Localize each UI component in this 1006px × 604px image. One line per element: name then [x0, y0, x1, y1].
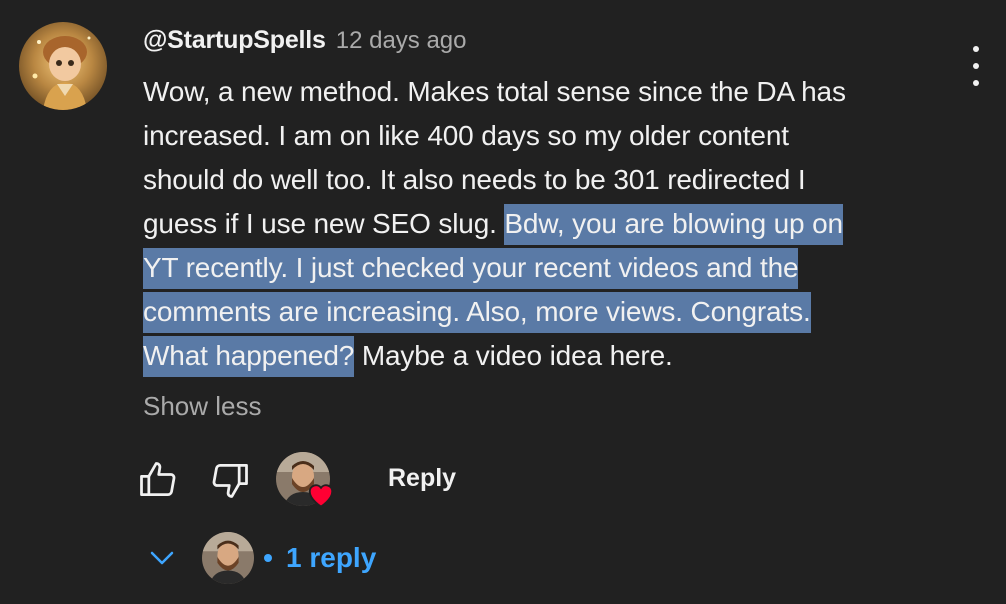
comment-text-segment: should do well too. It also needs to be …	[143, 164, 806, 195]
reply-author-avatar	[202, 532, 254, 584]
comment-author[interactable]: @StartupSpells	[143, 26, 326, 55]
selected-text: Bdw, you are blowing up on	[504, 204, 843, 245]
comment-timestamp[interactable]: 12 days ago	[336, 27, 467, 55]
chevron-down-icon	[150, 551, 174, 565]
author-avatar[interactable]	[19, 22, 107, 110]
dislike-button[interactable]	[202, 452, 258, 508]
creator-heart[interactable]	[276, 452, 338, 510]
reply-count[interactable]: 1 reply	[286, 542, 376, 574]
selected-text: comments are increasing. Also, more view…	[143, 292, 811, 333]
comment-text-segment: Wow, a new method. Makes total sense sin…	[143, 76, 846, 107]
comment-text-segment: guess if I use new SEO slug.	[143, 208, 505, 239]
selected-text: YT recently. I just checked your recent …	[143, 248, 799, 289]
reply-button[interactable]: Reply	[388, 464, 456, 493]
thumbs-up-icon	[140, 462, 176, 497]
thumbs-down-icon	[212, 463, 248, 498]
view-replies-button[interactable]: 1 reply	[142, 528, 376, 588]
like-button[interactable]	[130, 452, 186, 508]
comment-text: Wow, a new method. Makes total sense sin…	[143, 70, 943, 378]
comment-line: What happened? Maybe a video idea here.	[143, 334, 943, 378]
more-vertical-icon[interactable]	[960, 46, 992, 86]
comment-header: @StartupSpells 12 days ago	[143, 26, 467, 60]
comment-line: guess if I use new SEO slug. Bdw, you ar…	[143, 202, 943, 246]
comment-line: comments are increasing. Also, more view…	[143, 290, 943, 334]
selected-text: What happened?	[143, 336, 354, 377]
comment-line: YT recently. I just checked your recent …	[143, 246, 943, 290]
comment-line: should do well too. It also needs to be …	[143, 158, 943, 202]
show-less-button[interactable]: Show less	[143, 391, 262, 422]
comment-line: increased. I am on like 400 days so my o…	[143, 114, 943, 158]
comment-line: Wow, a new method. Makes total sense sin…	[143, 70, 943, 114]
separator-dot	[264, 554, 272, 562]
comment-actions: Reply	[130, 450, 530, 510]
heart-icon	[308, 484, 334, 508]
comment-text-segment: Maybe a video idea here.	[354, 340, 673, 371]
comment-text-segment: increased. I am on like 400 days so my o…	[143, 120, 789, 151]
